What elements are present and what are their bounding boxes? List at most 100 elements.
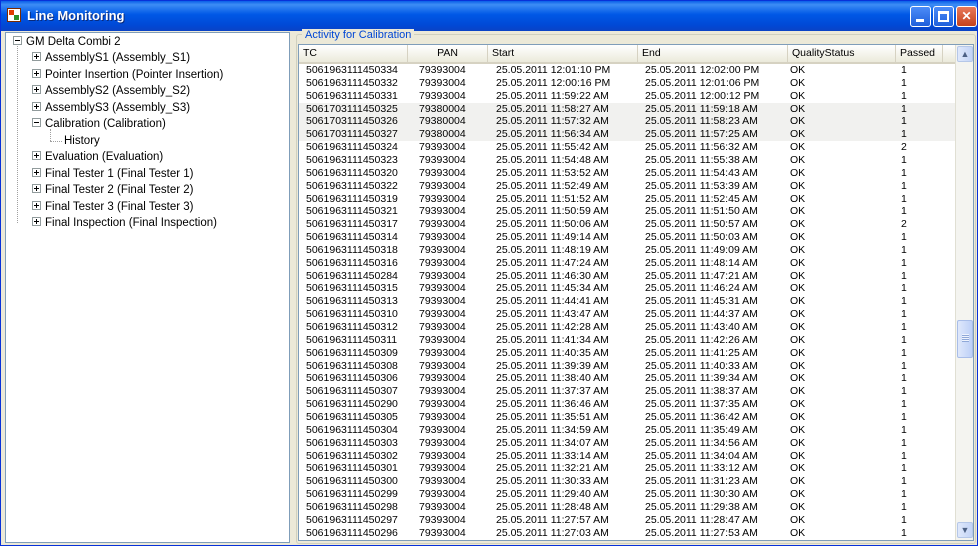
table-row[interactable]: 5061963111450320 79393004 25.05.2011 11:53… xyxy=(299,167,955,180)
table-row[interactable]: 5061963111450284 79393004 25.05.2011 11:46… xyxy=(299,270,955,283)
table-cell: 25.05.2011 11:27:03 AM xyxy=(496,526,609,539)
expand-icon[interactable] xyxy=(32,167,41,177)
table-row[interactable]: 5061963111450296 79393004 25.05.2011 11:27… xyxy=(299,527,955,540)
table-row[interactable]: 5061703111450325 79380004 25.05.2011 11:58… xyxy=(299,102,955,116)
tree-item[interactable]: AssemblyS1 (Assembly_S1) xyxy=(32,50,190,66)
expand-icon[interactable] xyxy=(32,184,41,194)
table-row[interactable]: 5061963111450321 79393004 25.05.2011 11:50… xyxy=(299,205,955,218)
close-button[interactable]: ✕ xyxy=(956,6,977,27)
table-row[interactable]: 5061963111450307 79393004 25.05.2011 11:37… xyxy=(299,385,955,398)
tree-item-label: Final Inspection (Final Inspection) xyxy=(45,217,217,229)
table-row[interactable]: 5061963111450323 79393004 25.05.2011 11:54… xyxy=(299,154,955,167)
table-row[interactable]: 5061963111450298 79393004 25.05.2011 11:28… xyxy=(299,501,955,514)
table-cell: 25.05.2011 11:34:56 AM xyxy=(645,436,758,449)
table-cell: OK xyxy=(790,500,806,513)
table-row[interactable]: 5061703111450327 79380004 25.05.2011 11:56… xyxy=(299,128,955,142)
scroll-thumb[interactable] xyxy=(957,320,973,358)
table-row[interactable]: 5061963111450315 79393004 25.05.2011 11:45… xyxy=(299,282,955,295)
table-cell: 25.05.2011 11:51:50 AM xyxy=(645,205,758,218)
table-cell: OK xyxy=(790,166,806,179)
table-cell: 2 xyxy=(901,218,907,231)
table-cell: 25.05.2011 11:48:14 AM xyxy=(645,256,758,269)
table-cell: 25.05.2011 11:34:07 AM xyxy=(496,436,609,449)
table-row[interactable]: 5061703111450326 79380004 25.05.2011 11:57… xyxy=(299,115,955,129)
tree-item[interactable]: AssemblyS2 (Assembly_S2) xyxy=(32,83,190,99)
activity-table[interactable]: TC PAN Start End QualityStatus Passed 5061963… xyxy=(298,44,974,541)
table-cell: 25.05.2011 11:57:32 AM xyxy=(496,115,609,128)
tree-item[interactable]: Evaluation (Evaluation) xyxy=(32,149,163,165)
table-row[interactable]: 5061963111450324 79393004 25.05.2011 11:55… xyxy=(299,141,955,154)
expand-icon[interactable] xyxy=(32,151,41,161)
table-cell: 5061963111450322 xyxy=(306,179,398,192)
scroll-down-icon[interactable]: ▼ xyxy=(957,522,973,538)
table-row[interactable]: 5061963111450312 79393004 25.05.2011 11:42… xyxy=(299,321,955,334)
table-cell: 79393004 xyxy=(419,269,466,282)
tree-item[interactable]: Final Tester 3 (Final Tester 3) xyxy=(32,199,194,215)
table-row[interactable]: 5061963111450332 79393004 25.05.2011 12:00… xyxy=(299,77,955,90)
table-row[interactable]: 5061963111450305 79393004 25.05.2011 11:35… xyxy=(299,411,955,424)
tree-line xyxy=(50,140,62,142)
table-row[interactable]: 5061963111450303 79393004 25.05.2011 11:34… xyxy=(299,437,955,450)
tree-item[interactable]: Final Inspection (Final Inspection) xyxy=(32,215,217,231)
column-header[interactable]: End xyxy=(638,45,788,62)
column-header[interactable]: Passed xyxy=(896,45,943,62)
table-row[interactable]: 5061963111450313 79393004 25.05.2011 11:44… xyxy=(299,295,955,308)
table-row[interactable]: 5061963111450318 79393004 25.05.2011 11:48… xyxy=(299,244,955,257)
table-row[interactable]: 5061963111450301 79393004 25.05.2011 11:32… xyxy=(299,462,955,475)
table-row[interactable]: 5061963111450310 79393004 25.05.2011 11:43… xyxy=(299,308,955,321)
tree-item[interactable]: Final Tester 1 (Final Tester 1) xyxy=(32,166,194,182)
tree-item[interactable]: Calibration (Calibration) xyxy=(32,116,166,132)
expand-icon[interactable] xyxy=(32,85,41,95)
expand-icon[interactable] xyxy=(32,217,41,227)
scroll-up-icon[interactable]: ▲ xyxy=(957,46,973,62)
table-row[interactable]: 5061963111450304 79393004 25.05.2011 11:34… xyxy=(299,424,955,437)
column-header[interactable]: TC xyxy=(299,45,408,62)
app-icon[interactable] xyxy=(7,8,21,22)
table-row[interactable]: 5061963111450300 79393004 25.05.2011 11:30… xyxy=(299,475,955,488)
table-cell: OK xyxy=(790,462,806,475)
table-cell: 25.05.2011 11:28:48 AM xyxy=(496,500,609,513)
table-cell: 25.05.2011 12:02:00 PM xyxy=(645,64,760,76)
table-row[interactable]: 5061963111450299 79393004 25.05.2011 11:29… xyxy=(299,488,955,501)
table-row[interactable]: 5061963111450290 79393004 25.05.2011 11:36… xyxy=(299,398,955,411)
table-row[interactable]: 5061963111450314 79393004 25.05.2011 11:49… xyxy=(299,231,955,244)
table-row[interactable]: 5061963111450302 79393004 25.05.2011 11:33… xyxy=(299,450,955,463)
tree-root[interactable]: GM Delta Combi 2 xyxy=(13,34,121,50)
expand-icon[interactable] xyxy=(32,52,41,62)
table-cell: 25.05.2011 11:59:22 AM xyxy=(496,89,609,102)
column-header[interactable]: PAN xyxy=(408,45,488,62)
expand-icon[interactable] xyxy=(32,200,41,210)
minimize-button[interactable] xyxy=(910,6,931,27)
expand-icon[interactable] xyxy=(32,101,41,111)
table-row[interactable]: 5061963111450297 79393004 25.05.2011 11:27… xyxy=(299,514,955,527)
table-cell: 79393004 xyxy=(419,321,466,333)
title-bar[interactable]: Line Monitoring ✕ xyxy=(1,1,977,31)
collapse-icon[interactable] xyxy=(13,36,22,46)
station-tree[interactable]: GM Delta Combi 2 AssemblyS1 (Assembly_S1… xyxy=(5,32,290,543)
table-row[interactable]: 5061963111450319 79393004 25.05.2011 11:51… xyxy=(299,193,955,206)
table-row[interactable]: 5061963111450331 79393004 25.05.2011 11:59… xyxy=(299,90,955,103)
table-cell: 1 xyxy=(901,166,907,179)
table-row[interactable]: 5061963111450306 79393004 25.05.2011 11:38… xyxy=(299,372,955,385)
table-row[interactable]: 5061963111450317 79393004 25.05.2011 11:50… xyxy=(299,218,955,231)
table-row[interactable]: 5061963111450308 79393004 25.05.2011 11:39… xyxy=(299,360,955,373)
table-row[interactable]: 5061963111450322 79393004 25.05.2011 11:52… xyxy=(299,180,955,193)
maximize-icon xyxy=(938,11,949,22)
table-row[interactable]: 5061963111450309 79393004 25.05.2011 11:40… xyxy=(299,347,955,360)
table-row[interactable]: 5061963111450334 79393004 25.05.2011 12:01… xyxy=(299,64,955,77)
table-row[interactable]: 5061963111450311 79393004 25.05.2011 11:41… xyxy=(299,334,955,347)
expand-icon[interactable] xyxy=(32,68,41,78)
vertical-scrollbar[interactable]: ▲ ▼ xyxy=(955,45,973,540)
maximize-button[interactable] xyxy=(933,6,954,27)
table-cell: OK xyxy=(790,179,806,192)
tree-item[interactable]: AssemblyS3 (Assembly_S3) xyxy=(32,100,190,116)
tree-item[interactable]: Final Tester 2 (Final Tester 2) xyxy=(32,182,194,198)
tree-item[interactable]: Pointer Insertion (Pointer Insertion) xyxy=(32,67,223,83)
collapse-icon[interactable] xyxy=(32,118,41,128)
column-header[interactable]: QualityStatus xyxy=(788,45,896,62)
column-header[interactable]: Start xyxy=(488,45,638,62)
table-cell: 25.05.2011 11:31:23 AM xyxy=(645,475,758,488)
table-cell: 5061963111450308 xyxy=(306,359,398,372)
tree-child-item[interactable]: History xyxy=(64,133,100,149)
table-row[interactable]: 5061963111450316 79393004 25.05.2011 11:47… xyxy=(299,257,955,270)
